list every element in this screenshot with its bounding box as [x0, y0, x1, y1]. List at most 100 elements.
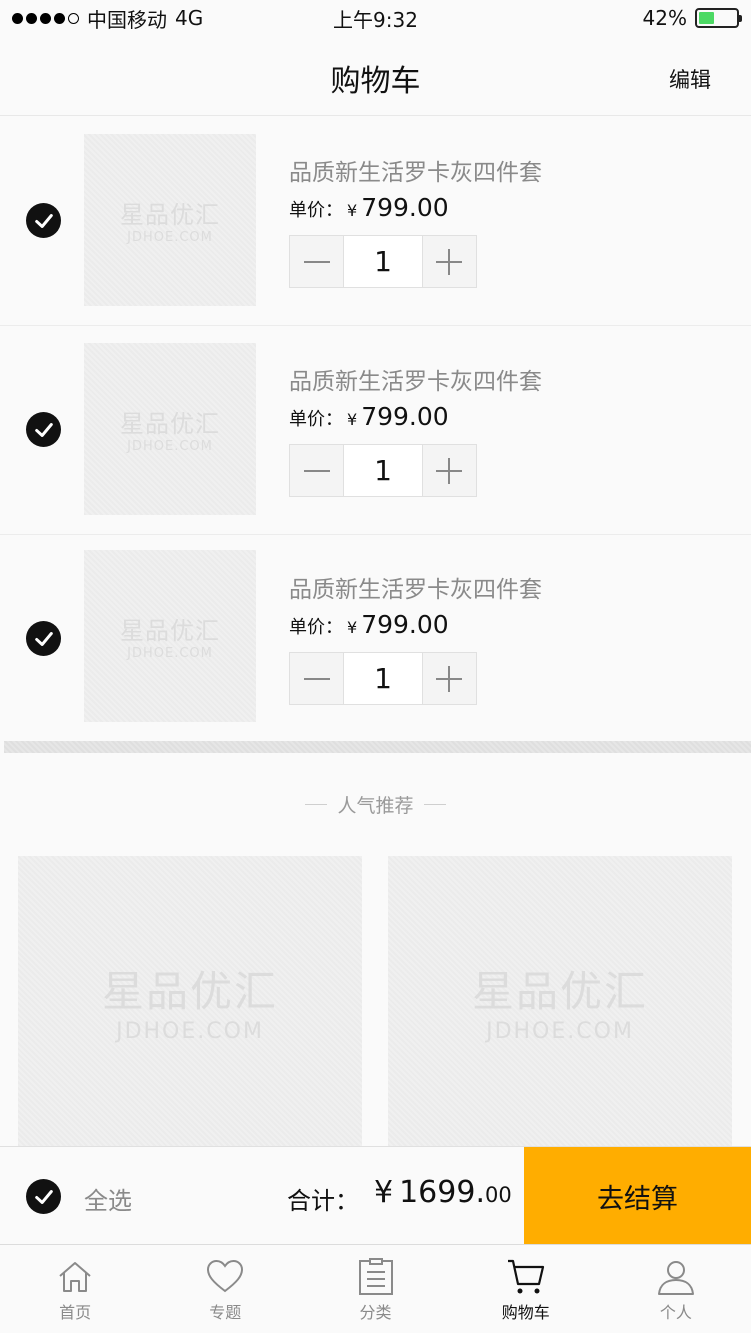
watermark-text: 星品优汇: [120, 617, 220, 645]
quantity-stepper: 1: [289, 652, 477, 705]
check-icon: [34, 422, 53, 437]
select-all-label[interactable]: 全选: [84, 1181, 132, 1216]
watermark-url: JDHOE.COM: [116, 1019, 264, 1044]
product-title[interactable]: 品质新生活罗卡灰四件套: [289, 570, 542, 604]
product-image[interactable]: 星品优汇 JDHOE.COM: [84, 550, 256, 722]
minus-icon: [303, 260, 330, 263]
increase-button[interactable]: [423, 445, 476, 496]
currency-symbol: ¥: [347, 201, 358, 220]
page-title: 购物车: [330, 64, 421, 99]
product-title[interactable]: 品质新生活罗卡灰四件套: [289, 153, 542, 187]
plus-icon: [436, 665, 463, 692]
total-amount: ¥ 1699. 00: [374, 1175, 512, 1210]
increase-button[interactable]: [423, 236, 476, 287]
total-integer: 1699.: [399, 1175, 485, 1210]
status-right: 42%: [642, 6, 742, 30]
quantity-stepper: 1: [289, 235, 477, 288]
status-bar: 中国移动 4G 上午9:32 42%: [0, 0, 751, 36]
tab-profile[interactable]: 个人: [601, 1245, 751, 1333]
check-icon: [34, 631, 53, 646]
decrease-button[interactable]: [290, 653, 343, 704]
heading-line-left: [305, 804, 328, 805]
cart-icon: [507, 1259, 544, 1294]
watermark-text: 星品优汇: [120, 410, 220, 438]
tab-bar: 首页 专题 分类 购物车 个人: [0, 1244, 751, 1333]
watermark-url: JDHOE.COM: [127, 439, 213, 454]
plus-icon: [436, 457, 463, 484]
price-label: 单价：: [289, 617, 343, 638]
watermark-text: 星品优汇: [120, 201, 220, 229]
item-checkbox[interactable]: [26, 621, 61, 656]
tab-label: 个人: [659, 1303, 692, 1322]
select-all-checkbox[interactable]: [26, 1179, 61, 1214]
nav-bar: 购物车 编辑: [0, 36, 751, 116]
check-icon: [34, 213, 53, 228]
tab-label: 首页: [59, 1303, 92, 1322]
price-value: 799.00: [361, 402, 449, 431]
battery-fill: [699, 12, 715, 24]
increase-button[interactable]: [423, 653, 476, 704]
tab-topics[interactable]: 专题: [150, 1245, 300, 1333]
tab-category[interactable]: 分类: [300, 1245, 450, 1333]
recommend-card[interactable]: 星品优汇 JDHOE.COM: [388, 856, 732, 1146]
check-icon: [34, 1189, 53, 1204]
watermark-text: 星品优汇: [471, 967, 648, 1016]
item-checkbox[interactable]: [26, 203, 61, 238]
decrease-button[interactable]: [290, 236, 343, 287]
edit-button[interactable]: 编辑: [669, 64, 711, 94]
minus-icon: [303, 677, 330, 680]
tab-label: 专题: [209, 1303, 242, 1322]
product-price: 单价： ¥ 799.00: [289, 402, 449, 431]
carrier-label: 中国移动: [87, 7, 167, 32]
network-label: 4G: [175, 6, 204, 30]
quantity-value[interactable]: 1: [343, 653, 423, 704]
total-currency: ¥: [374, 1175, 394, 1210]
product-image[interactable]: 星品优汇 JDHOE.COM: [84, 343, 256, 515]
plus-icon: [436, 248, 463, 275]
product-title[interactable]: 品质新生活罗卡灰四件套: [289, 362, 542, 396]
currency-symbol: ¥: [347, 618, 358, 637]
tab-label: 分类: [359, 1303, 392, 1322]
cart-item: 星品优汇 JDHOE.COM 品质新生活罗卡灰四件套 单价： ¥ 799.00 …: [0, 535, 751, 744]
battery-icon: [695, 8, 742, 28]
battery-percent: 42%: [642, 6, 687, 30]
item-checkbox[interactable]: [26, 412, 61, 447]
section-divider: [4, 741, 751, 753]
checkout-button[interactable]: 去结算: [524, 1147, 751, 1245]
cart-item: 星品优汇 JDHOE.COM 品质新生活罗卡灰四件套 单价： ¥ 799.00 …: [0, 326, 751, 535]
product-price: 单价： ¥ 799.00: [289, 610, 449, 639]
heading-line-right: [423, 804, 446, 805]
total-decimal: 00: [484, 1183, 512, 1207]
price-value: 799.00: [361, 610, 449, 639]
price-label: 单价：: [289, 200, 343, 221]
cart-item: 星品优汇 JDHOE.COM 品质新生活罗卡灰四件套 单价： ¥ 799.00 …: [0, 117, 751, 326]
recommend-card[interactable]: 星品优汇 JDHOE.COM: [18, 856, 362, 1146]
minus-icon: [303, 469, 330, 472]
price-value: 799.00: [361, 193, 449, 222]
quantity-value[interactable]: 1: [343, 445, 423, 496]
home-icon: [59, 1262, 91, 1292]
quantity-value[interactable]: 1: [343, 236, 423, 287]
quantity-stepper: 1: [289, 444, 477, 497]
heart-icon: [207, 1259, 244, 1293]
watermark-url: JDHOE.COM: [127, 230, 213, 245]
product-price: 单价： ¥ 799.00: [289, 193, 449, 222]
tab-cart[interactable]: 购物车: [451, 1245, 601, 1333]
decrease-button[interactable]: [290, 445, 343, 496]
total-label: 合计：: [287, 1187, 359, 1215]
recommend-heading: 人气推荐: [0, 791, 751, 818]
tab-home[interactable]: 首页: [0, 1245, 150, 1333]
price-label: 单价：: [289, 409, 343, 430]
status-left: 中国移动 4G: [12, 4, 203, 33]
user-icon: [657, 1261, 694, 1295]
list-icon: [358, 1258, 393, 1295]
tab-label: 购物车: [501, 1303, 550, 1322]
watermark-url: JDHOE.COM: [486, 1019, 634, 1044]
currency-symbol: ¥: [347, 410, 358, 429]
product-image[interactable]: 星品优汇 JDHOE.COM: [84, 134, 256, 306]
signal-strength-icon: [12, 12, 79, 24]
recommend-title: 人气推荐: [337, 795, 414, 817]
watermark-text: 星品优汇: [101, 967, 278, 1016]
watermark-url: JDHOE.COM: [127, 646, 213, 661]
checkout-bar: 全选 合计： ¥ 1699. 00 去结算: [0, 1146, 751, 1245]
